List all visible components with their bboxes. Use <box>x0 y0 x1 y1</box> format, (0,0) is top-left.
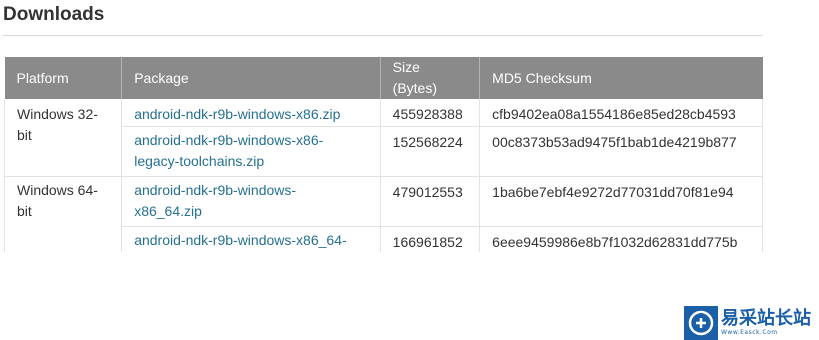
downloads-table: Platform Package Size (Bytes) MD5 Checks… <box>3 57 763 277</box>
package-download-link[interactable]: android-ndk-r9b-windows-x86-legacy-toolc… <box>134 130 334 172</box>
watermark-subtitle: Www.Easck.Com <box>721 329 778 336</box>
table-header-row: Platform Package Size (Bytes) MD5 Checks… <box>4 57 763 99</box>
package-cell: android-ndk-r9b-windows-x86_64.zip <box>121 176 381 227</box>
package-cell: android-ndk-r9b-windows-x86.zip <box>121 99 381 127</box>
watermark-text: 易采站长站 Www.Easck.Com <box>721 309 811 337</box>
size-cell: 152568224 <box>380 126 481 177</box>
table-row: Windows 64-bit android-ndk-r9b-windows-x… <box>3 176 763 277</box>
package-download-link[interactable]: android-ndk-r9b-windows-x86_64.zip <box>134 180 304 222</box>
platform-cell: Windows 32-bit <box>3 99 123 177</box>
downloads-page: Downloads Platform Package Size (Bytes) … <box>0 0 819 340</box>
header-package: Package <box>121 57 381 99</box>
package-cell: android-ndk-r9b-windows-x86-legacy-toolc… <box>121 126 381 177</box>
md5-cell: 00c8373b53ad9475f1bab1de4219b877 <box>479 126 763 177</box>
size-cell: 479012553 <box>380 176 481 227</box>
md5-cell: cfb9402ea08a1554186e85ed28cb4593 <box>479 99 763 127</box>
header-size: Size (Bytes) <box>380 57 481 99</box>
watermark-title: 易采站长站 <box>721 308 811 329</box>
title-divider <box>3 35 763 36</box>
section-title: Downloads <box>3 4 105 25</box>
size-cell: 455928388 <box>380 99 481 127</box>
header-md5: MD5 Checksum <box>479 57 763 99</box>
md5-cell: 1ba6be7ebf4e9272d77031dd70f81e94 <box>479 176 763 227</box>
table-row: Windows 32-bit android-ndk-r9b-windows-x… <box>3 99 763 177</box>
watermark-emblem-icon <box>684 306 718 340</box>
package-download-link[interactable]: android-ndk-r9b-windows-x86.zip <box>134 106 340 122</box>
site-watermark-logo: 易采站长站 Www.Easck.Com <box>684 306 819 340</box>
header-platform: Platform <box>4 57 123 99</box>
